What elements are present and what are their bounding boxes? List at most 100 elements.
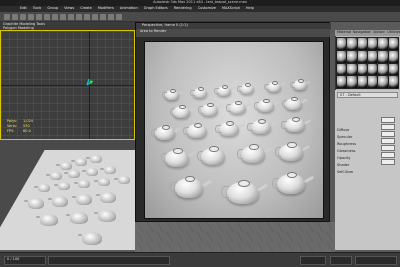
teapot-spout [187,151,197,158]
teapot-lid [286,172,298,179]
material-slot[interactable] [378,76,388,88]
link-icon[interactable] [20,14,26,20]
teapot-spout [217,105,224,110]
material-slot[interactable] [367,63,378,76]
teapot [64,170,80,178]
teapot-lid [271,81,279,86]
render-icon[interactable] [116,14,122,20]
material-sample-slots [336,37,399,89]
material-slot[interactable] [347,50,357,63]
teapot-lid [184,176,196,183]
teapot-spout [253,84,259,89]
key-mode-toggle[interactable] [330,256,352,265]
rendered-teapot [215,120,246,136]
material-menu-item[interactable]: Options [373,30,386,36]
teapot [36,214,58,226]
teapot-lid [287,142,297,149]
material-slot[interactable] [388,50,398,63]
teapot [24,198,44,209]
rendered-teapot [281,116,312,132]
param-field[interactable] [381,116,395,123]
param-field[interactable] [381,137,395,144]
redo-icon[interactable] [12,14,18,20]
param-field[interactable] [381,123,395,130]
teapot-spout [301,145,311,152]
select-icon[interactable] [36,14,42,20]
teapot [54,182,70,190]
material-slot[interactable] [357,50,367,63]
viewport-bottom-strip[interactable] [135,222,335,252]
align-icon[interactable] [92,14,98,20]
material-slot[interactable] [367,76,378,88]
material-slot[interactable] [367,38,378,50]
viewport-perspective[interactable] [0,140,135,250]
rendered-teapot [264,81,286,92]
teapot-handle [281,120,287,129]
teapot-spout [257,183,269,193]
param-field[interactable] [381,158,395,165]
param-field[interactable] [381,151,395,158]
material-menu-item[interactable]: Material [337,30,351,36]
param-row: Shader [337,151,397,167]
area-to-render-dropdown[interactable]: Area to Render [136,29,331,34]
teapot [86,155,102,163]
snap-icon[interactable] [76,14,82,20]
frame-counter: 0 / 100 [7,257,20,261]
material-menu-item[interactable]: Utilities [387,30,400,36]
material-editor-icon[interactable] [100,14,106,20]
material-slot[interactable] [337,63,347,76]
teapot-lid [258,118,266,124]
viewport-top[interactable]: Polys: Verts: FPS: 1,024 530 60.0 [0,30,135,140]
material-slot[interactable] [378,50,388,63]
teapot [34,184,50,192]
material-slot[interactable] [347,76,357,88]
viewport-grid [135,222,335,252]
teapot-lid [290,96,299,102]
undo-icon[interactable] [4,14,10,20]
rendered-teapot [160,148,197,167]
material-slot[interactable] [357,38,367,50]
teapot-spout [201,179,212,188]
material-slot[interactable] [378,38,388,50]
material-slot[interactable] [388,38,398,50]
param-field[interactable] [381,144,395,151]
teapot-handle [274,147,281,157]
material-slot[interactable] [357,63,367,76]
material-slot[interactable] [337,38,347,50]
material-slot[interactable] [347,38,357,50]
material-slot[interactable] [367,50,378,63]
material-slot[interactable] [378,63,388,76]
teapot-lid [194,122,202,128]
material-name-field[interactable]: 07 - Default [337,92,398,98]
teapot-handle [190,89,195,97]
teapot-lid [221,85,229,90]
material-menu-item[interactable]: Navigation [353,30,371,36]
render-setup-icon[interactable] [108,14,114,20]
material-slot[interactable] [388,63,398,76]
material-slot[interactable] [388,76,398,88]
material-slot[interactable] [357,76,367,88]
param-label: Self-Illum [337,170,354,174]
material-slot[interactable] [337,76,347,88]
mirror-icon[interactable] [84,14,90,20]
teapot [66,212,88,224]
viewport-navigation[interactable] [355,256,397,265]
material-name: 07 - Default [340,93,361,97]
param-field[interactable] [381,130,395,137]
material-slot[interactable] [347,63,357,76]
rendered-teapot [162,89,184,100]
move-icon[interactable] [52,14,58,20]
unlink-icon[interactable] [28,14,34,20]
time-slider[interactable]: 0 / 100 [4,256,46,265]
play-controls[interactable] [300,256,326,265]
teapot-spout [303,119,312,125]
scale-icon[interactable] [68,14,74,20]
material-slot[interactable] [337,50,347,63]
rotate-icon[interactable] [60,14,66,20]
param-row: Opacity [337,144,397,160]
teapot-lid [297,79,305,84]
rendered-teapot [214,85,236,96]
select-by-name-icon[interactable] [44,14,50,20]
material-editor-menu: Material Navigation Options Utilities [335,30,400,36]
teapot-lid [226,120,234,126]
